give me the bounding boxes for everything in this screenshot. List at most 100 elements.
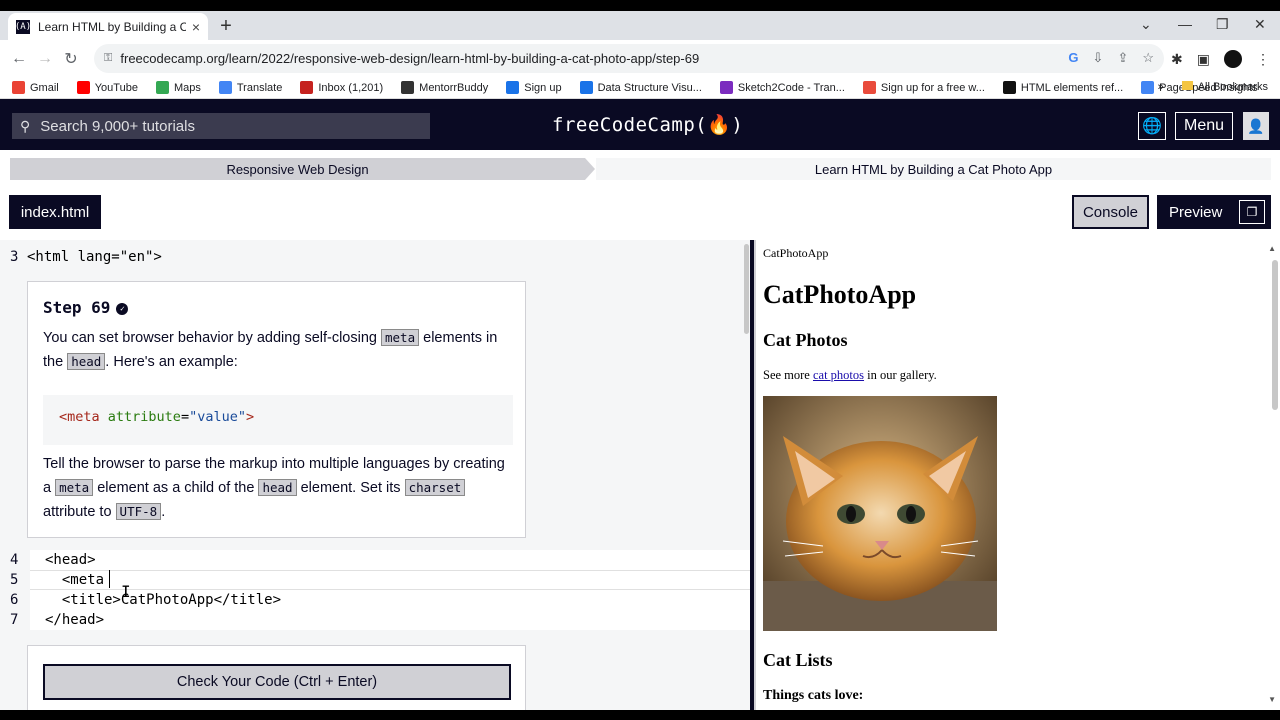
bookmark-item[interactable]: Sign up for a free w... bbox=[862, 81, 985, 94]
folder-icon bbox=[1181, 81, 1193, 90]
inline-code: charset bbox=[404, 479, 466, 496]
tab-search-icon[interactable]: ⌄ bbox=[1140, 16, 1152, 33]
bookmark-item[interactable]: Data Structure Visu... bbox=[579, 81, 702, 94]
code-line-6[interactable]: <title>CatPhotoApp</title> bbox=[45, 592, 281, 608]
text: See more bbox=[763, 368, 813, 382]
breadcrumb-project[interactable]: Learn HTML by Building a Cat Photo App bbox=[596, 158, 1271, 180]
code-line-7[interactable]: </head> bbox=[45, 612, 104, 628]
url-bar[interactable]: ⚿ freecodecamp.org/learn/2022/responsive… bbox=[94, 44, 1164, 73]
scroll-up-icon[interactable]: ▲ bbox=[1268, 244, 1276, 253]
bookmark-item[interactable]: Maps bbox=[155, 81, 201, 94]
bookmark-favicon-icon bbox=[719, 81, 733, 94]
step-label: Step 69 bbox=[43, 298, 111, 317]
console-button[interactable]: Console bbox=[1072, 195, 1149, 229]
bookmark-item[interactable]: YouTube bbox=[76, 81, 138, 94]
bookmark-item[interactable]: Gmail bbox=[12, 81, 59, 94]
check-code-button[interactable]: Check Your Code (Ctrl + Enter) bbox=[43, 664, 511, 700]
reload-icon[interactable]: ↻ bbox=[58, 49, 84, 69]
example-tag-close: > bbox=[245, 409, 255, 425]
google-icon[interactable]: G bbox=[1068, 50, 1078, 66]
search-placeholder: Search 9,000+ tutorials bbox=[40, 117, 195, 135]
site-info-icon[interactable]: ⚿ bbox=[104, 52, 112, 65]
preview-h3: Things cats love: bbox=[763, 688, 864, 703]
side-panel-icon[interactable]: ▣ bbox=[1197, 51, 1210, 68]
profile-avatar[interactable] bbox=[1224, 50, 1242, 68]
new-tab-icon[interactable]: + bbox=[216, 15, 236, 38]
preview-h2: Cat Photos bbox=[763, 330, 848, 350]
bookmark-item[interactable]: HTML elements ref... bbox=[1002, 81, 1123, 94]
text: attribute to bbox=[43, 504, 116, 520]
preview-scrollbar[interactable] bbox=[1272, 260, 1278, 410]
text: element. Set its bbox=[296, 480, 405, 496]
all-bookmarks-folder[interactable]: All Bookmarks bbox=[1181, 81, 1268, 93]
back-icon[interactable]: ← bbox=[6, 50, 32, 68]
language-globe-icon[interactable]: 🌐 bbox=[1138, 112, 1166, 140]
close-tab-icon[interactable]: × bbox=[192, 19, 200, 35]
code-editor[interactable]: 3 <html lang="en"> Step 69 ✓ You can set … bbox=[0, 240, 750, 710]
browser-tab[interactable]: (A) Learn HTML by Building a Cat Ph × bbox=[8, 13, 208, 40]
example-attr: attribute bbox=[107, 409, 181, 425]
breadcrumb-course[interactable]: Responsive Web Design bbox=[10, 158, 585, 180]
text-cursor bbox=[109, 570, 110, 588]
bookmark-label: YouTube bbox=[94, 81, 138, 94]
bookmark-favicon-icon bbox=[579, 81, 593, 94]
bookmark-favicon-icon bbox=[300, 81, 314, 94]
bookmark-favicon-icon bbox=[506, 81, 520, 94]
bookmark-item[interactable]: Inbox (1,201) bbox=[300, 81, 383, 94]
inline-code: UTF-8 bbox=[115, 503, 162, 520]
chrome-menu-icon[interactable]: ⋮ bbox=[1256, 51, 1270, 68]
bookmarks-overflow-icon[interactable]: » bbox=[1158, 81, 1164, 93]
preview-h2-cat-lists: Cat Lists bbox=[763, 650, 833, 670]
bookmark-label: Gmail bbox=[30, 81, 59, 94]
code-line-5[interactable]: <meta bbox=[45, 572, 104, 588]
code-line-4[interactable]: <head> bbox=[45, 552, 96, 568]
preview-pane[interactable]: CatPhotoApp CatPhotoApp Cat Photos See m… bbox=[754, 240, 1280, 710]
current-line-highlight bbox=[30, 570, 750, 590]
text: . bbox=[161, 504, 166, 520]
install-icon[interactable]: ⇩ bbox=[1093, 50, 1104, 66]
share-icon[interactable]: ⇪ bbox=[1117, 50, 1128, 66]
file-tab-index-html[interactable]: index.html bbox=[9, 195, 101, 229]
bookmark-label: Inbox (1,201) bbox=[318, 81, 384, 94]
mouse-ibeam-icon: I bbox=[121, 582, 131, 601]
bookmark-label: Sketch2Code - Tran... bbox=[737, 81, 845, 94]
freecodecamp-logo[interactable]: freeCodeCamp(🔥) bbox=[552, 113, 743, 136]
screen-bottom-border bbox=[0, 710, 1280, 720]
bookmark-favicon-icon bbox=[862, 81, 876, 94]
bookmark-item[interactable]: Sketch2Code - Tran... bbox=[719, 81, 845, 94]
instruction-paragraph-1: You can set browser behavior by adding s… bbox=[43, 326, 513, 374]
bookmark-item[interactable]: MentorrBuddy bbox=[401, 81, 488, 94]
editable-region[interactable] bbox=[30, 550, 750, 630]
minimize-icon[interactable]: — bbox=[1178, 16, 1192, 32]
bookmark-favicon-icon bbox=[76, 81, 90, 94]
user-avatar[interactable]: 👤 bbox=[1243, 112, 1269, 140]
cat-image[interactable] bbox=[763, 396, 997, 631]
preview-h1: CatPhotoApp bbox=[763, 280, 917, 309]
popout-preview-icon[interactable]: ❐ bbox=[1239, 200, 1265, 224]
extensions-icon[interactable]: ✱ bbox=[1171, 51, 1183, 68]
bookmark-item[interactable]: Translate bbox=[218, 81, 282, 94]
bookmarks-bar: Gmail YouTube Maps Translate Inbox (1,201) Me… bbox=[0, 77, 1280, 99]
scroll-down-icon[interactable]: ▼ bbox=[1268, 695, 1276, 704]
inline-code: head bbox=[67, 353, 106, 370]
preview-paragraph: See more cat photos in our gallery. bbox=[763, 368, 937, 383]
freecodecamp-favicon-icon: (A) bbox=[14, 19, 32, 34]
close-window-icon[interactable]: ✕ bbox=[1254, 16, 1266, 33]
search-input[interactable]: ⚲ Search 9,000+ tutorials bbox=[12, 113, 430, 139]
menu-button[interactable]: Menu bbox=[1175, 112, 1233, 140]
restore-icon[interactable]: ❐ bbox=[1216, 16, 1229, 33]
code-line-3[interactable]: <html lang="en"> bbox=[27, 249, 162, 265]
bookmark-star-icon[interactable]: ☆ bbox=[1142, 50, 1154, 66]
bookmark-label: MentorrBuddy bbox=[419, 81, 489, 94]
line-number: 7 bbox=[10, 612, 19, 628]
preview-button[interactable]: Preview ❐ bbox=[1157, 195, 1271, 229]
bookmark-item[interactable]: Sign up bbox=[506, 81, 562, 94]
forward-icon[interactable]: → bbox=[32, 50, 58, 68]
text: . Here's an example: bbox=[105, 354, 238, 370]
editor-scrollbar[interactable] bbox=[744, 244, 749, 334]
challenge-toolbar: Responsive Web Design Learn HTML by Buil… bbox=[0, 150, 1280, 240]
text: element as a child of the bbox=[93, 480, 259, 496]
preview-label: Preview bbox=[1169, 203, 1223, 221]
bookmark-label: Maps bbox=[173, 81, 201, 94]
cat-photos-link[interactable]: cat photos bbox=[813, 368, 864, 382]
